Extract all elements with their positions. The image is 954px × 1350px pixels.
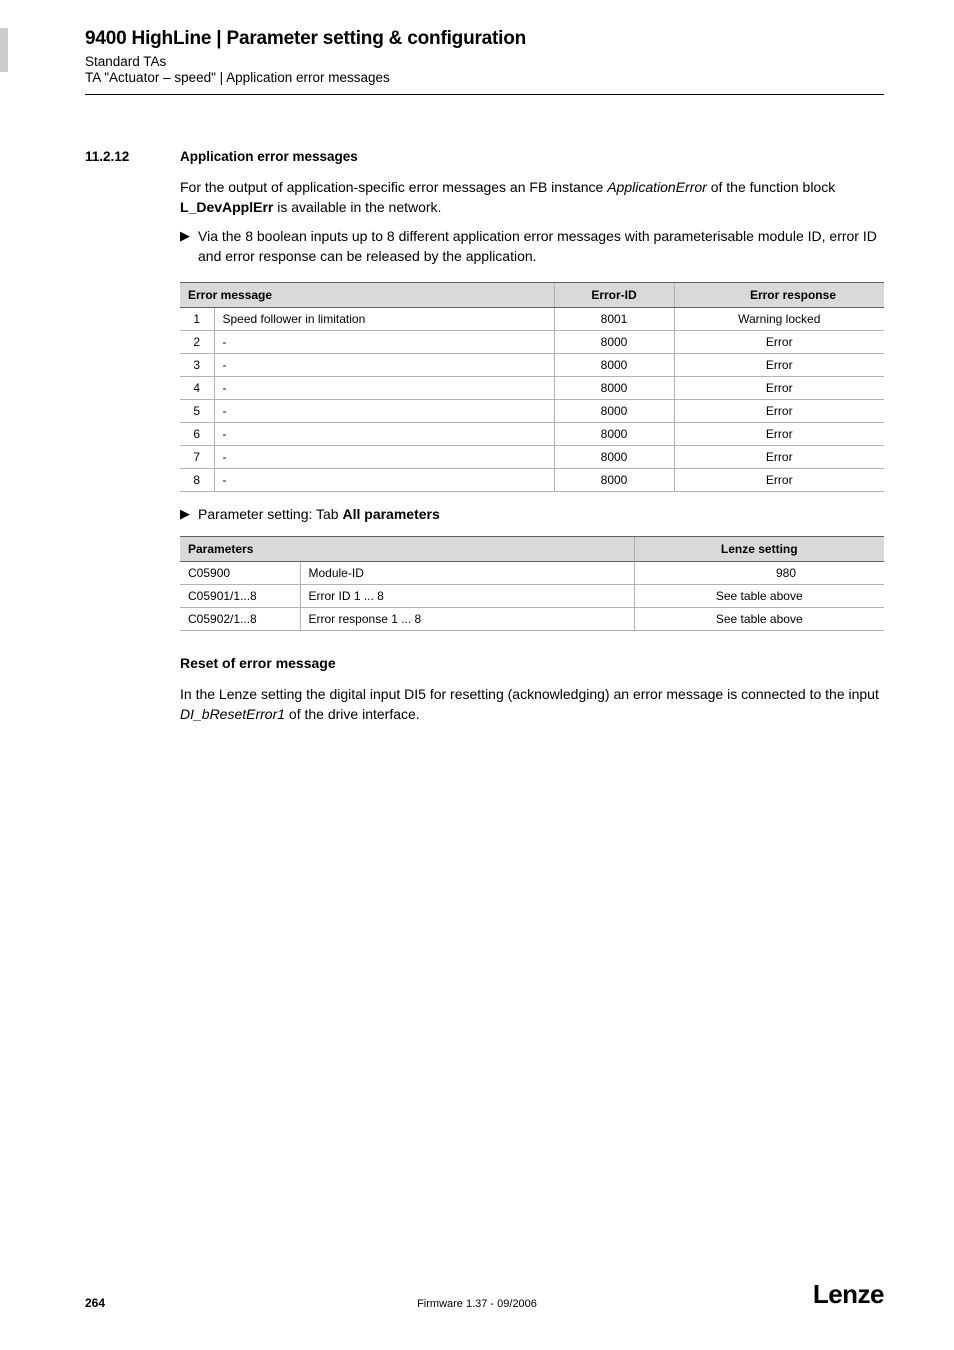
reset-heading: Reset of error message	[180, 655, 884, 671]
triangle-icon: ▶	[180, 227, 198, 266]
err-row-resp: Error	[674, 423, 884, 446]
page-subtitle-2: TA "Actuator – speed" | Application erro…	[85, 70, 884, 85]
page-title: 9400 HighLine | Parameter setting & conf…	[85, 28, 884, 50]
table-row: 6-8000Error	[180, 423, 884, 446]
reset-text-italic: DI_bResetError1	[180, 706, 285, 722]
intro-paragraph: For the output of application-specific e…	[180, 178, 884, 217]
footer-logo: Lenze	[813, 1279, 884, 1310]
param-row-code: C05901/1...8	[180, 585, 300, 608]
param-row-code: C05902/1...8	[180, 608, 300, 631]
header-divider	[85, 94, 884, 95]
intro-text-italic: ApplicationError	[607, 179, 707, 195]
err-row-resp: Error	[674, 331, 884, 354]
err-row-msg: -	[214, 469, 554, 492]
header-accent-bar	[0, 28, 8, 72]
err-row-msg: -	[214, 446, 554, 469]
err-table-header-resp: Error response	[674, 283, 884, 308]
param-row-value: See table above	[634, 585, 884, 608]
err-row-num: 1	[180, 308, 214, 331]
err-row-num: 3	[180, 354, 214, 377]
param-row-desc: Error response 1 ... 8	[300, 608, 634, 631]
table-row: C05902/1...8Error response 1 ... 8See ta…	[180, 608, 884, 631]
table-row: 2-8000Error	[180, 331, 884, 354]
err-row-msg: -	[214, 400, 554, 423]
err-row-id: 8000	[554, 354, 674, 377]
err-row-num: 4	[180, 377, 214, 400]
err-row-id: 8001	[554, 308, 674, 331]
reset-text-post: of the drive interface.	[285, 706, 420, 722]
err-row-id: 8000	[554, 377, 674, 400]
error-message-table: Error message Error-ID Error response 1S…	[180, 282, 884, 492]
footer-firmware-info: Firmware 1.37 - 09/2006	[417, 1298, 537, 1310]
err-row-resp: Error	[674, 354, 884, 377]
param-bullet: ▶ Parameter setting: Tab All parameters	[180, 506, 884, 522]
err-row-msg: -	[214, 354, 554, 377]
table-row: 3-8000Error	[180, 354, 884, 377]
table-row: 1Speed follower in limitation8001Warning…	[180, 308, 884, 331]
err-row-id: 8000	[554, 446, 674, 469]
param-row-desc: Module-ID	[300, 562, 634, 585]
triangle-icon: ▶	[180, 506, 198, 522]
bullet-text-1: Via the 8 boolean inputs up to 8 differe…	[198, 227, 884, 266]
err-row-num: 8	[180, 469, 214, 492]
page-subtitle-1: Standard TAs	[85, 54, 884, 69]
err-table-header-id: Error-ID	[554, 283, 674, 308]
page-footer: 264 Firmware 1.37 - 09/2006 Lenze	[0, 1279, 954, 1310]
param-bullet-pre: Parameter setting: Tab	[198, 506, 342, 522]
err-row-msg: -	[214, 331, 554, 354]
table-row: 8-8000Error	[180, 469, 884, 492]
err-row-id: 8000	[554, 400, 674, 423]
table-row: C05900Module-ID980	[180, 562, 884, 585]
err-table-header-msg: Error message	[180, 283, 554, 308]
section-number: 11.2.12	[85, 149, 180, 164]
param-row-value: See table above	[634, 608, 884, 631]
param-bullet-bold: All parameters	[342, 506, 439, 522]
err-row-id: 8000	[554, 423, 674, 446]
intro-text-bold: L_DevApplErr	[180, 199, 273, 215]
footer-page-number: 264	[85, 1296, 105, 1310]
param-row-value: 980	[634, 562, 884, 585]
param-row-desc: Error ID 1 ... 8	[300, 585, 634, 608]
intro-text-pre: For the output of application-specific e…	[180, 179, 607, 195]
err-row-msg: -	[214, 377, 554, 400]
parameter-table: Parameters Lenze setting C05900Module-ID…	[180, 536, 884, 631]
err-row-id: 8000	[554, 331, 674, 354]
table-row: 5-8000Error	[180, 400, 884, 423]
err-row-resp: Warning locked	[674, 308, 884, 331]
err-row-resp: Error	[674, 400, 884, 423]
err-row-msg: Speed follower in limitation	[214, 308, 554, 331]
err-row-num: 2	[180, 331, 214, 354]
reset-text-pre: In the Lenze setting the digital input D…	[180, 686, 879, 702]
err-row-resp: Error	[674, 446, 884, 469]
intro-text-post: is available in the network.	[273, 199, 441, 215]
bullet-item-1: ▶ Via the 8 boolean inputs up to 8 diffe…	[180, 227, 884, 266]
param-row-code: C05900	[180, 562, 300, 585]
param-table-header-param: Parameters	[180, 537, 634, 562]
table-row: 7-8000Error	[180, 446, 884, 469]
err-row-num: 6	[180, 423, 214, 446]
err-row-msg: -	[214, 423, 554, 446]
err-row-num: 7	[180, 446, 214, 469]
err-row-resp: Error	[674, 469, 884, 492]
section-title: Application error messages	[180, 149, 358, 164]
reset-paragraph: In the Lenze setting the digital input D…	[180, 685, 884, 724]
param-table-header-lenze: Lenze setting	[634, 537, 884, 562]
param-bullet-text: Parameter setting: Tab All parameters	[198, 506, 440, 522]
table-row: C05901/1...8Error ID 1 ... 8See table ab…	[180, 585, 884, 608]
table-row: 4-8000Error	[180, 377, 884, 400]
err-row-id: 8000	[554, 469, 674, 492]
err-row-num: 5	[180, 400, 214, 423]
intro-text-mid: of the function block	[707, 179, 835, 195]
err-row-resp: Error	[674, 377, 884, 400]
